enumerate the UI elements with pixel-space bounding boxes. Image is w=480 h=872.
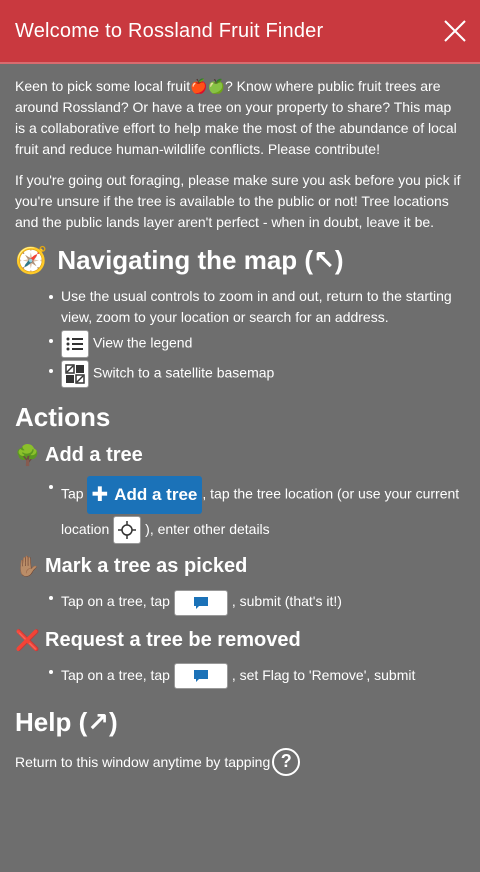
- picked-text: Tap on a tree, tap: [61, 593, 170, 610]
- picked-heading: ✋🏽 Mark a tree as picked: [15, 554, 465, 579]
- actions-heading: Actions: [15, 402, 465, 433]
- navigating-title: Navigating the map (↖): [57, 245, 344, 275]
- tree-icon: 🌳: [15, 445, 40, 467]
- navigating-list: Use the usual controls to zoom in and ou…: [15, 286, 465, 388]
- navigating-heading: 🧭 Navigating the map (↖): [15, 245, 465, 276]
- add-tree-heading: 🌳 Add a tree: [15, 443, 465, 468]
- list-item: View the legend: [49, 330, 465, 358]
- intro-paragraph-2: If you're going out foraging, please mak…: [15, 172, 461, 230]
- list-item: Tap on a tree, tap , set Flag to 'Remove…: [49, 661, 465, 689]
- list-item: Switch to a satellite basemap: [49, 360, 465, 388]
- modal-content: Keen to pick some local fruit🍎🍏? Know wh…: [0, 64, 480, 776]
- modal-title: Welcome to Rossland Fruit Finder: [15, 19, 324, 42]
- picked-title: Mark a tree as picked: [45, 555, 248, 578]
- close-icon[interactable]: [444, 20, 466, 42]
- nav-item-text: Switch to a satellite basemap: [93, 364, 275, 381]
- tap-text: Tap: [61, 485, 84, 502]
- add-tree-title: Add a tree: [45, 444, 143, 466]
- intro-paragraph-1: Keen to pick some local fruit🍎🍏? Know wh…: [15, 78, 457, 157]
- list-item: Tap ✚ Add a tree , tap the tree location…: [49, 476, 465, 545]
- legend-icon: [61, 330, 89, 358]
- cross-icon: ❌: [15, 629, 40, 652]
- nav-item-text: Use the usual controls to zoom in and ou…: [61, 288, 452, 325]
- actions-title: Actions: [15, 402, 111, 432]
- hand-icon: ✋🏽: [15, 556, 40, 579]
- remove-text: Tap on a tree, tap: [61, 666, 170, 683]
- modal-header: Welcome to Rossland Fruit Finder: [0, 0, 480, 64]
- help-icon: ?: [272, 747, 301, 776]
- picked-text-end: , submit (that's it!): [231, 593, 342, 610]
- help-text: Return to this window anytime by tapping: [15, 753, 271, 770]
- add-tree-button-example: ✚ Add a tree: [87, 476, 203, 514]
- remove-title: Request a tree be removed: [45, 628, 301, 651]
- add-tree-button-label: Add a tree: [114, 485, 198, 504]
- help-heading: Help (↗): [15, 707, 465, 738]
- remove-list: Tap on a tree, tap , set Flag to 'Remove…: [15, 661, 465, 689]
- comment-icon: [173, 589, 228, 616]
- plus-icon: ✚: [91, 484, 109, 506]
- list-item: Tap on a tree, tap , submit (that's it!): [49, 587, 465, 616]
- help-line: Return to this window anytime by tapping…: [15, 747, 465, 776]
- help-title: Help (↗): [15, 706, 118, 737]
- compass-icon: 🧭: [15, 245, 48, 275]
- remove-heading: ❌ Request a tree be removed: [15, 628, 465, 653]
- locate-icon: [113, 516, 142, 545]
- comment-icon: [173, 662, 228, 689]
- add-tree-list: Tap ✚ Add a tree , tap the tree location…: [15, 476, 465, 545]
- basemap-icon: [61, 360, 89, 388]
- picked-list: Tap on a tree, tap , submit (that's it!): [15, 587, 465, 616]
- add-tree-text-end: ), enter other details: [145, 521, 270, 537]
- nav-item-text: View the legend: [93, 334, 193, 351]
- list-item: Use the usual controls to zoom in and ou…: [49, 286, 465, 328]
- remove-text-end: , set Flag to 'Remove', submit: [231, 666, 416, 683]
